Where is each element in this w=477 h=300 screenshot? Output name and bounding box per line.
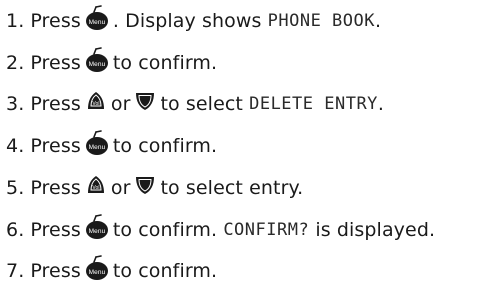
instruction-text: to select (160, 93, 250, 115)
menu-icon: Menu (85, 129, 109, 161)
down-arrow-icon (134, 90, 156, 117)
vol-up-icon: Vol (85, 174, 107, 201)
vol-up-icon: Vol (85, 90, 107, 117)
instruction-text: to confirm. (112, 52, 218, 74)
instruction-text: is displayed. (309, 219, 436, 241)
step-1: 1. Press Menu . Display shows PHONE BOOK. (6, 1, 381, 41)
display-text: DELETE ENTRY (249, 94, 378, 114)
instruction-text: Press (30, 10, 81, 32)
instruction-text: Press (30, 93, 81, 115)
icon-label: Menu (89, 61, 106, 68)
instruction-text: Press (30, 219, 81, 241)
step-number: 3. (6, 93, 25, 115)
down-arrow-icon (134, 174, 156, 201)
display-text: PHONE BOOK (267, 11, 375, 31)
step-number: 5. (6, 177, 25, 199)
instruction-text: . Display shows (112, 10, 268, 32)
instruction-text: to confirm. (112, 135, 218, 157)
instruction-text: Press (30, 260, 81, 282)
step-number: 4. (6, 135, 25, 157)
step-6: 6. Press Menu to confirm. CONFIRM? is displ… (6, 210, 435, 250)
icon-label: Menu (89, 144, 106, 151)
menu-icon: Menu (85, 213, 109, 245)
instruction-text: to select entry. (160, 177, 304, 199)
icon-label: Menu (89, 269, 106, 276)
step-number: 2. (6, 52, 25, 74)
instruction-text: Press (30, 177, 81, 199)
instruction-text: or (110, 177, 131, 199)
step-5: 5. Press Vol or to select entry. (6, 168, 303, 208)
icon-label: Vol (92, 185, 99, 191)
instruction-text: to confirm. (112, 219, 224, 241)
instruction-text: . (377, 93, 385, 115)
step-3: 3. Press Vol or to select DELETE ENTRY. (6, 84, 384, 124)
step-2: 2. Press Menu to confirm. (6, 43, 217, 83)
step-7: 7. Press Menu to confirm. (6, 251, 217, 291)
icon-label: Menu (89, 228, 106, 235)
instruction-text: . (375, 10, 382, 32)
instruction-text: Press (30, 52, 81, 74)
step-number: 7. (6, 260, 25, 282)
menu-icon: Menu (85, 46, 109, 78)
instruction-text: Press (30, 135, 81, 157)
step-number: 1. (6, 10, 25, 32)
display-text: CONFIRM? (223, 220, 310, 240)
icon-label: Menu (89, 19, 106, 26)
instruction-text: to confirm. (112, 260, 218, 282)
instruction-text: or (110, 93, 131, 115)
step-4: 4. Press Menu to confirm. (6, 126, 217, 166)
menu-icon: Menu (85, 254, 109, 286)
icon-label: Vol (92, 101, 99, 107)
menu-icon: Menu (85, 4, 109, 36)
step-number: 6. (6, 219, 25, 241)
